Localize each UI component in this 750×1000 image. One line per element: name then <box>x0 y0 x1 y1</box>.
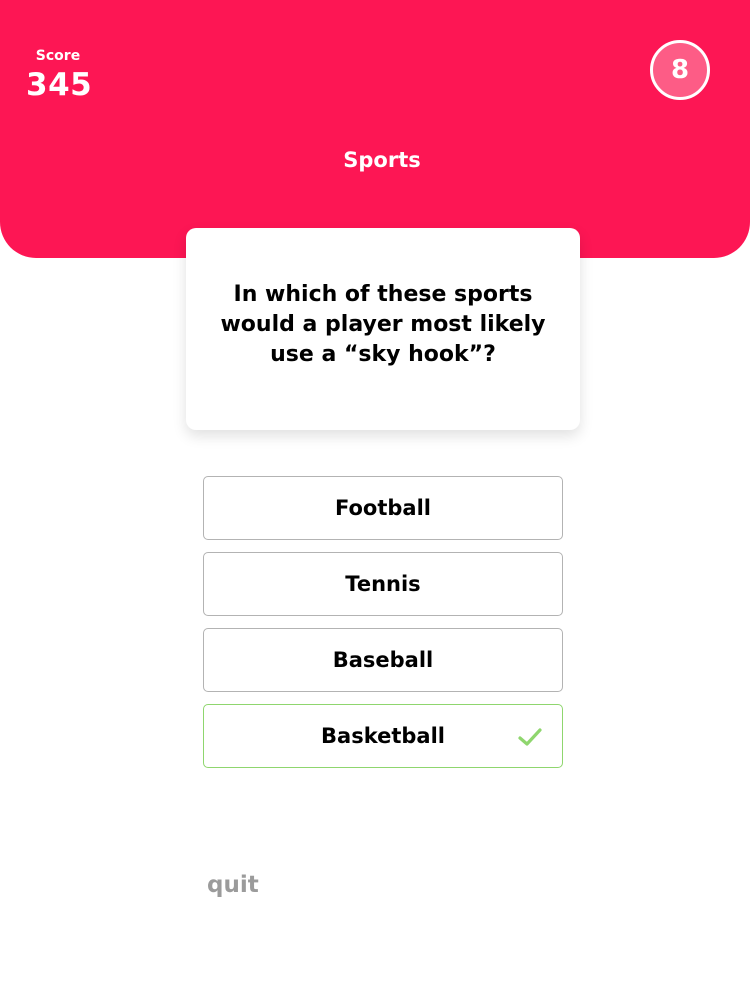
answer-option-tennis[interactable]: Tennis <box>203 552 563 616</box>
score-block: Score 345 <box>26 48 126 104</box>
countdown-timer: 8 <box>650 40 710 100</box>
header-banner: Score 345 8 Sports <box>0 0 750 258</box>
category-title: Sports <box>343 148 421 172</box>
question-card: In which of these sports would a player … <box>186 228 580 430</box>
check-icon <box>518 728 542 746</box>
answer-label: Football <box>335 496 431 520</box>
answer-label: Tennis <box>345 572 421 596</box>
answer-option-football[interactable]: Football <box>203 476 563 540</box>
question-text: In which of these sports would a player … <box>220 282 546 367</box>
answer-option-baseball[interactable]: Baseball <box>203 628 563 692</box>
answer-label: Baseball <box>332 648 434 672</box>
answer-option-basketball[interactable]: Basketball <box>203 704 563 768</box>
quiz-screen: Score 345 8 Sports In which of these spo… <box>0 0 750 1000</box>
score-label: Score <box>35 48 81 64</box>
score-value: 345 <box>26 67 93 103</box>
quit-link[interactable]: quit <box>207 872 259 898</box>
answer-label: Basketball <box>321 724 445 748</box>
answer-list: Football Tennis Baseball Basketball <box>203 476 563 780</box>
